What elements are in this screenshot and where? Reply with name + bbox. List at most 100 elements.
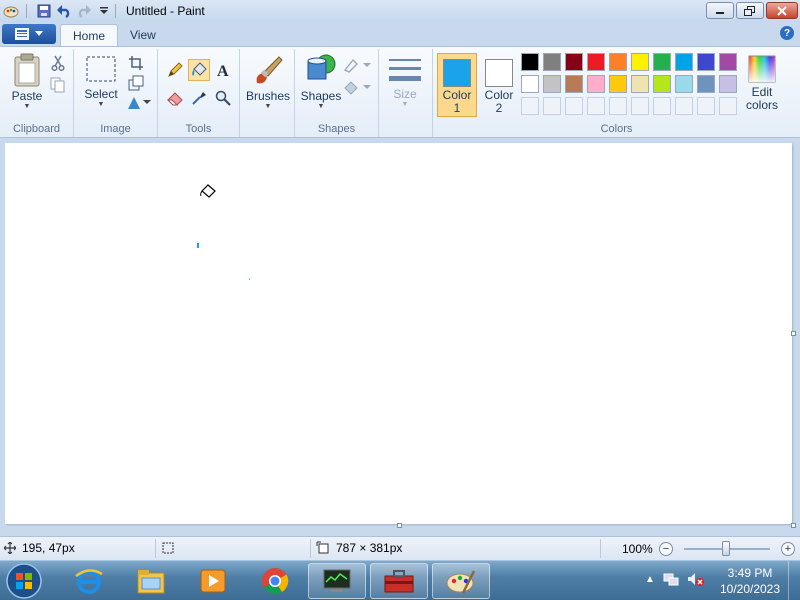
palette-swatch[interactable] [587,75,605,93]
save-icon[interactable] [35,2,53,20]
palette-swatch[interactable] [609,75,627,93]
tab-home[interactable]: Home [60,24,119,46]
tab-view[interactable]: View [118,24,168,46]
palette-custom-slot[interactable] [521,97,539,115]
taskbar-clock[interactable]: 3:49 PM 10/20/2023 [716,565,784,597]
color2-swatch [485,59,513,87]
palette-custom-slot[interactable] [565,97,583,115]
palette-custom-slot[interactable] [631,97,649,115]
paste-button[interactable]: Paste ▼ [8,53,46,111]
palette-custom-slot[interactable] [719,97,737,115]
palette-swatch[interactable] [565,75,583,93]
paint-dot [249,278,250,280]
resize-handle-bottom[interactable] [397,523,402,528]
palette-swatch[interactable] [697,53,715,71]
chrome-taskbar-icon[interactable] [246,563,304,599]
edit-colors-button[interactable]: Edit colors [741,55,783,112]
eraser-icon[interactable] [164,87,186,109]
brushes-button[interactable]: Brushes ▼ [246,53,290,111]
palette-swatch[interactable] [675,75,693,93]
size-label: Size [393,87,417,101]
pencil-icon[interactable] [164,59,186,81]
edit-colors-label: Edit colors [745,85,778,112]
customize-toolbar-icon[interactable] [95,2,113,20]
paste-icon [14,53,40,87]
palette-swatch[interactable] [631,53,649,71]
size-group: Size ▼ [379,49,433,137]
crop-icon[interactable] [126,53,146,73]
minimize-button[interactable] [706,2,734,19]
selection-size [161,541,175,555]
zoom-out-button[interactable]: − [659,542,673,556]
palette-swatch[interactable] [521,75,539,93]
file-explorer-taskbar-icon[interactable] [122,563,180,599]
palette-custom-slot[interactable] [675,97,693,115]
select-icon [86,56,116,82]
undo-icon[interactable] [55,2,73,20]
zoom-slider-thumb[interactable] [722,541,730,556]
paint-menu-button[interactable] [2,24,56,44]
paint-app-icon[interactable] [2,2,20,20]
resize-handle-corner[interactable] [791,523,796,528]
palette-custom-slot[interactable] [587,97,605,115]
help-icon[interactable]: ? [780,26,794,40]
palette-swatch[interactable] [587,53,605,71]
colors-group: Color 1 Color 2 Edit colors Colors [433,49,800,137]
drawing-canvas[interactable] [5,143,792,524]
clipboard-group: Paste ▼ Clipboard [0,49,74,137]
palette-swatch[interactable] [719,53,737,71]
paint-taskbar-icon[interactable] [432,563,490,599]
svg-text:A: A [217,63,229,78]
color2-selector[interactable]: Color 2 [479,53,519,117]
palette-custom-slot[interactable] [609,97,627,115]
magnifier-icon[interactable] [212,87,234,109]
start-button[interactable] [4,562,44,600]
palette-swatch[interactable] [653,53,671,71]
palette-swatch[interactable] [609,53,627,71]
palette-swatch[interactable] [631,75,649,93]
text-icon[interactable]: A [212,59,234,81]
palette-swatch[interactable] [719,75,737,93]
fill-icon[interactable] [343,77,371,97]
resize-handle-right[interactable] [791,331,796,336]
paste-label: Paste [11,89,43,103]
close-button[interactable] [766,2,798,19]
restore-button[interactable] [736,2,764,19]
system-monitor-taskbar-icon[interactable] [308,563,366,599]
internet-explorer-taskbar-icon[interactable] [60,563,118,599]
show-hidden-icons-icon[interactable]: ▲ [645,574,655,585]
fill-with-color-icon[interactable] [188,59,210,81]
media-player-taskbar-icon[interactable] [184,563,242,599]
palette-swatch[interactable] [675,53,693,71]
window-title: Untitled - Paint [126,4,205,18]
palette-custom-slot[interactable] [653,97,671,115]
color1-selector[interactable]: Color 1 [437,53,477,117]
palette-custom-slot[interactable] [543,97,561,115]
redo-icon[interactable] [75,2,93,20]
palette-custom-slot[interactable] [697,97,715,115]
clock-time: 3:49 PM [727,566,773,580]
toolbox-taskbar-icon[interactable] [370,563,428,599]
palette-swatch[interactable] [543,53,561,71]
cut-icon[interactable] [48,53,68,73]
rotate-icon[interactable] [126,93,152,113]
show-desktop-button[interactable] [788,561,800,600]
select-button[interactable]: Select ▼ [82,53,120,109]
title-bar: Untitled - Paint [0,0,800,22]
palette-swatch[interactable] [653,75,671,93]
copy-icon[interactable] [48,75,68,95]
resize-icon[interactable] [126,73,146,93]
palette-swatch[interactable] [697,75,715,93]
palette-swatch[interactable] [543,75,561,93]
network-icon[interactable] [663,571,679,587]
size-button[interactable]: Size ▼ [385,55,425,109]
palette-swatch[interactable] [565,53,583,71]
outline-icon[interactable] [343,55,371,75]
palette-swatch[interactable] [521,53,539,71]
volume-muted-icon[interactable] [687,571,705,587]
shapes-button[interactable]: Shapes ▼ [301,53,341,111]
fill-bucket-cursor-icon [199,183,217,202]
zoom-level: 100% [622,542,653,556]
zoom-in-button[interactable]: + [781,542,795,556]
color-picker-icon[interactable] [188,87,210,109]
